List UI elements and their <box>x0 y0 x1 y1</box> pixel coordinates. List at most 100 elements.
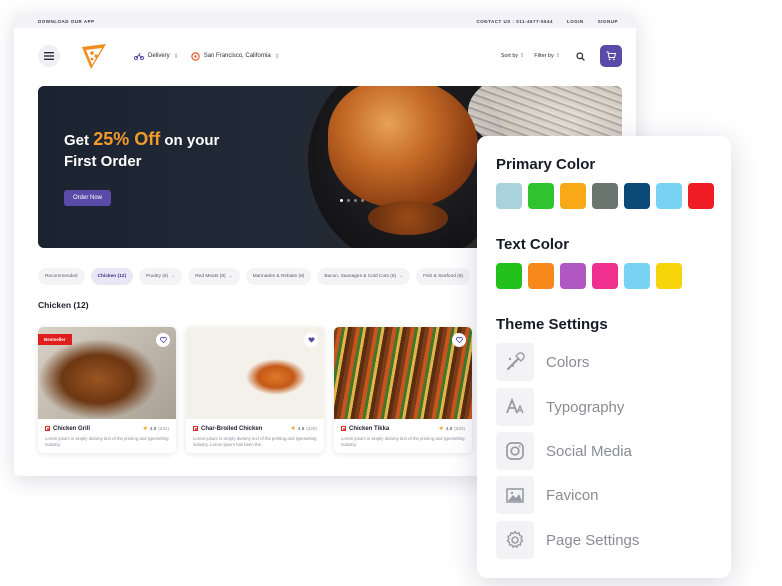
text-swatch[interactable] <box>624 263 650 289</box>
filter-chip[interactable]: Bacon, Sausages & Cold Cuts (8) ⌄ <box>317 268 411 285</box>
chevron-updown-icon: ⇕ <box>274 53 280 60</box>
heart-filled-icon <box>307 337 315 343</box>
order-now-button[interactable]: Order Now <box>64 190 112 206</box>
nonveg-icon <box>45 426 50 431</box>
cart-button[interactable] <box>600 45 622 67</box>
hero-title-post: on your <box>164 132 220 149</box>
search-button[interactable] <box>570 46 590 66</box>
carousel-dot[interactable] <box>354 199 357 202</box>
carousel-dot[interactable] <box>347 199 350 202</box>
setting-label: Favicon <box>546 486 599 504</box>
primary-swatch[interactable] <box>688 183 714 209</box>
sort-dropdown[interactable]: Sort by ⇕ <box>501 53 525 59</box>
setting-social-media[interactable]: Social Media <box>496 432 632 470</box>
setting-page-settings[interactable]: Page Settings <box>496 521 639 559</box>
text-swatch[interactable] <box>496 263 522 289</box>
text-swatch[interactable] <box>528 263 554 289</box>
carousel-dot[interactable] <box>361 199 364 202</box>
chevron-updown-icon: ⇕ <box>555 53 560 59</box>
favorite-button[interactable] <box>304 333 318 347</box>
pizza-logo-icon[interactable] <box>78 41 108 71</box>
hero-sauce-image <box>368 201 448 235</box>
heart-icon <box>159 337 167 343</box>
favorite-button[interactable] <box>156 333 170 347</box>
filter-chip-active[interactable]: Chicken (12) <box>90 268 134 285</box>
theme-settings-title: Theme Settings <box>496 316 608 333</box>
filter-chip[interactable]: Red Meats (8) ⌄ <box>188 268 240 285</box>
product-image <box>334 327 472 419</box>
top-bar: DOWNLOAD OUR APP CONTACT US : 011-4677-5… <box>14 14 636 28</box>
primary-color-swatches <box>496 183 714 209</box>
primary-swatch[interactable] <box>592 183 618 209</box>
contact-us-text: CONTACT US : 011-4677-5544 <box>476 18 553 24</box>
setting-label: Typography <box>546 398 625 416</box>
primary-swatch[interactable] <box>528 183 554 209</box>
primary-swatch[interactable] <box>656 183 682 209</box>
hero-title: Get 25% Off on your First Order <box>64 129 219 172</box>
login-link[interactable]: LOGIN <box>567 19 584 24</box>
text-swatch[interactable] <box>656 263 682 289</box>
star-icon: ★ <box>438 426 444 432</box>
chip-label: Bacon, Sausages & Cold Cuts (8) <box>324 274 397 279</box>
rating-count: (320) <box>306 426 317 431</box>
chip-label: Poultry (8) <box>146 274 169 279</box>
product-name: Chicken Grill <box>53 425 91 432</box>
chip-label: Red Meats (8) <box>195 274 226 279</box>
chip-label: Chicken (12) <box>97 274 127 279</box>
star-icon: ★ <box>290 426 296 432</box>
hero-chicken-image <box>328 86 478 208</box>
setting-favicon[interactable]: Favicon <box>496 476 599 514</box>
text-swatch[interactable] <box>560 263 586 289</box>
rating-count: (320) <box>454 426 465 431</box>
hamburger-icon <box>44 52 54 60</box>
setting-label: Social Media <box>546 442 632 460</box>
product-card[interactable]: Char-Broiled Chicken ★ 4.8 (320) Lorem ips… <box>186 327 324 453</box>
chip-label: Recommended <box>45 274 78 279</box>
primary-swatch[interactable] <box>624 183 650 209</box>
setting-label: Page Settings <box>546 531 640 549</box>
setting-typography[interactable]: Typography <box>496 388 624 426</box>
text-swatch[interactable] <box>592 263 618 289</box>
setting-label: Colors <box>546 353 590 371</box>
favorite-button[interactable] <box>452 333 466 347</box>
category-filters: Recommended Chicken (12) Poultry (8) ⌄ Re… <box>38 268 471 285</box>
product-card[interactable]: Bestseller Chicken Grill ★ 4.5 (231) Lorem… <box>38 327 176 453</box>
carousel-dot[interactable] <box>340 199 343 202</box>
signup-link[interactable]: SIGNUP <box>598 19 618 24</box>
primary-swatch[interactable] <box>496 183 522 209</box>
download-app-link[interactable]: DOWNLOAD OUR APP <box>38 19 95 24</box>
carousel-dots <box>340 199 364 202</box>
filter-chip[interactable]: Recommended <box>38 268 85 285</box>
chevron-updown-icon: ⇕ <box>519 53 525 59</box>
gear-icon <box>496 521 534 559</box>
rating-value: 4.5 <box>149 426 157 431</box>
location-selector[interactable]: San Francisco, California ⇕ <box>191 51 280 61</box>
bestseller-badge: Bestseller <box>38 334 72 345</box>
filter-chip[interactable]: Marinades & Rebaks (8) <box>245 268 312 285</box>
rating-value: 4.8 <box>297 426 305 431</box>
text-color-title: Text Color <box>496 236 570 253</box>
product-image: Bestseller <box>38 327 176 419</box>
delivery-selector[interactable]: Delivery ⇕ <box>134 52 179 60</box>
filter-dropdown[interactable]: Filter by ⇕ <box>534 53 560 59</box>
product-card[interactable]: Chicken Tikka ★ 4.8 (320) Lorem ipsum is s… <box>334 327 472 453</box>
filter-chip[interactable]: Fish & Seafood (8) <box>416 268 471 285</box>
nonveg-icon <box>341 426 346 431</box>
rating-count: (231) <box>158 426 169 431</box>
hero-offer-highlight: 25% Off <box>93 129 161 149</box>
star-icon: ★ <box>142 426 148 432</box>
product-name: Char-Broiled Chicken <box>201 425 263 432</box>
filter-label: Filter by <box>534 53 554 59</box>
menu-button[interactable] <box>38 45 60 67</box>
chevron-down-icon: ⌄ <box>399 274 404 279</box>
theme-panel: Primary Color Text Color Theme Settings … <box>477 136 731 578</box>
chevron-updown-icon: ⇕ <box>173 53 179 60</box>
stage: DOWNLOAD OUR APP CONTACT US : 011-4677-5… <box>0 0 782 586</box>
chevron-down-icon: ⌄ <box>228 274 233 279</box>
filter-chip[interactable]: Poultry (8) ⌄ <box>139 268 183 285</box>
location-label: San Francisco, California <box>203 53 271 59</box>
hero-title-pre: Get <box>64 132 90 149</box>
primary-swatch[interactable] <box>560 183 586 209</box>
setting-colors[interactable]: Colors <box>496 343 589 381</box>
product-description: Lorem ipsum is simply dummy text of the … <box>45 436 169 447</box>
